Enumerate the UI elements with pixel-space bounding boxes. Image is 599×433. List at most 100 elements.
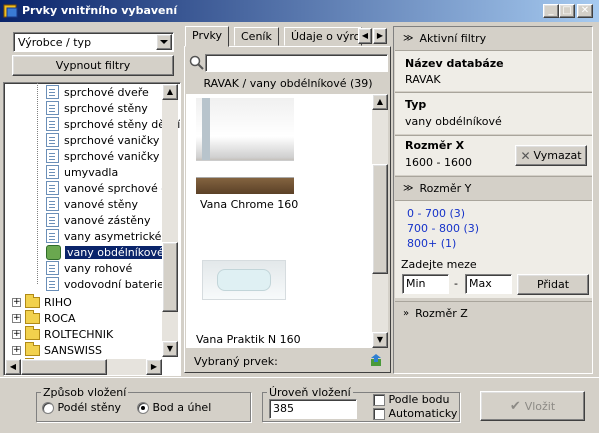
rozmer-y-option[interactable]: 0 - 700 (3) [407, 207, 465, 220]
tree-item[interactable]: sprchové stěny dělicí [46, 116, 180, 132]
chevron-double-down-icon: ≫ [403, 182, 414, 194]
tree-item-label: vanové sprchové dv [64, 181, 175, 195]
tree-folder[interactable]: + SANSWISS [12, 341, 103, 358]
tree-item[interactable]: sprchové stěny [46, 100, 148, 116]
document-icon [46, 197, 59, 211]
scroll-up-icon[interactable]: ▲ [162, 84, 178, 100]
check-by-point[interactable]: Podle bodu [373, 393, 449, 406]
combo-value: Výrobce / typ [18, 36, 92, 49]
tree-item[interactable]: vany asymetrické [46, 228, 161, 244]
tree-folder-label: SANSWISS [44, 343, 103, 357]
scroll-down-icon[interactable]: ▼ [372, 332, 388, 348]
document-icon [46, 149, 59, 163]
tab-scroll-left-icon[interactable]: ◀ [358, 28, 372, 44]
max-input[interactable]: Max [465, 274, 512, 294]
scroll-right-icon[interactable]: ▶ [146, 359, 162, 375]
check-auto-label: Automaticky [388, 407, 458, 420]
tree-item[interactable]: vany rohové [46, 260, 132, 276]
tab-cenik[interactable]: Ceník [234, 27, 279, 46]
results-header: RAVAK / vany obdélníkové (39) [203, 77, 373, 90]
document-icon [46, 277, 59, 291]
folder-icon [25, 341, 40, 356]
expand-icon[interactable]: + [12, 313, 21, 323]
results-scroll-thumb[interactable] [372, 164, 388, 274]
tree-item-label: vodovodní baterie [64, 277, 164, 291]
tree-item[interactable]: vanové sprchové dv [46, 180, 175, 196]
product-thumbnail [196, 98, 294, 194]
disable-filters-button[interactable]: Vypnout filtry [12, 55, 174, 76]
rozmer-y-option[interactable]: 800+ (1) [407, 237, 456, 250]
db-label: Název databáze [405, 57, 504, 70]
rozmer-z-header[interactable]: » Rozměr Z [395, 301, 592, 324]
tree-item[interactable]: umyvadla [46, 164, 118, 180]
title-bar[interactable]: Prvky vnitřního vybavení _ □ ✕ [0, 0, 599, 22]
product-name: Vana Chrome 160 [200, 198, 299, 211]
tree-vertical-scrollbar[interactable]: ▲ ▼ [162, 84, 178, 357]
results-list[interactable]: Vana Chrome 160 Vana Praktik N 160 [186, 94, 372, 348]
tree-item[interactable]: vany obdélníkové [46, 244, 166, 260]
clear-button[interactable]: ✕ Vymazat [515, 145, 587, 166]
radio-point-angle[interactable]: Bod a úhel [137, 401, 211, 414]
expand-icon[interactable]: + [12, 345, 21, 355]
check-by-point-label: Podle bodu [388, 393, 450, 406]
tree-item[interactable]: sprchové vaničky [46, 132, 159, 148]
document-icon [46, 133, 59, 147]
radio-point-angle-label: Bod a úhel [152, 401, 212, 414]
bounds-dash: - [454, 277, 458, 290]
list-item[interactable]: Vana Praktik N 160 [186, 244, 372, 348]
tree-item[interactable]: sprchové dveře [46, 84, 149, 100]
expand-icon[interactable]: + [12, 329, 21, 339]
rozmer-y-header[interactable]: ≫ Rozměr Y [395, 176, 592, 199]
folder-icon [25, 293, 40, 308]
filter-type: Typ vany obdélníkové [395, 92, 592, 134]
tree-item-label: vany rohové [64, 261, 133, 275]
category-combo[interactable]: Výrobce / typ [13, 32, 174, 52]
tab-scroll-right-icon[interactable]: ▶ [373, 28, 387, 44]
close-button[interactable]: ✕ [577, 4, 593, 18]
radio-along-wall[interactable]: Podél stěny [42, 401, 121, 414]
document-icon [46, 85, 59, 99]
tree-item[interactable]: sprchové vaničky se [46, 148, 175, 164]
tree-hscroll-thumb[interactable] [21, 359, 107, 375]
tree-item-label: sprchové vaničky se [64, 149, 176, 163]
tree-scroll-thumb[interactable] [162, 242, 178, 312]
rozmer-x-label: Rozměr X [405, 139, 465, 152]
check-auto[interactable]: Automaticky [373, 407, 457, 420]
db-value: RAVAK [405, 73, 441, 86]
tree-folder[interactable]: + ROCA [12, 309, 76, 326]
tree-item-label: sprchové stěny [64, 101, 148, 115]
scroll-left-icon[interactable]: ◀ [5, 359, 21, 375]
search-input[interactable] [205, 54, 388, 72]
export-icon[interactable] [370, 353, 384, 367]
type-label: Typ [405, 98, 427, 111]
scroll-up-icon[interactable]: ▲ [372, 94, 388, 110]
bottom-toolbar: Způsob vložení Podél stěny Bod a úhel Úr… [0, 377, 599, 433]
x-icon: ✕ [520, 148, 531, 163]
insert-level-group: Úroveň vložení 385 Podle bodu Automatick… [262, 386, 460, 422]
minimize-button[interactable]: _ [543, 4, 559, 18]
tree-item-label: vanové stěny [64, 197, 139, 211]
active-filters-header[interactable]: ≫ Aktivní filtry [395, 27, 592, 49]
scroll-down-icon[interactable]: ▼ [162, 341, 178, 357]
tree-item[interactable]: vanové zástěny [46, 212, 151, 228]
tab-udaje[interactable]: Údaje o výrobku [284, 27, 362, 46]
chevron-down-icon[interactable] [156, 34, 172, 50]
level-input[interactable]: 385 [269, 399, 357, 419]
tree-folder[interactable]: + RIHO [12, 293, 72, 310]
tree-item[interactable]: vodovodní baterie [46, 276, 164, 292]
tab-prvky[interactable]: Prvky [185, 26, 229, 47]
tree-item[interactable]: vanové stěny [46, 196, 138, 212]
tree-item-label: vany asymetrické [64, 229, 162, 243]
tree-folder[interactable]: + ROLTECHNIK [12, 325, 113, 342]
add-button[interactable]: Přidat [517, 274, 589, 295]
radio-icon [137, 402, 149, 414]
maximize-button[interactable]: □ [559, 4, 575, 18]
results-scrollbar[interactable]: ▲ ▼ [372, 94, 388, 348]
tree-horizontal-scrollbar[interactable]: ◀ ▶ [5, 359, 162, 375]
min-input[interactable]: Min [402, 274, 449, 294]
checkbox-icon [373, 408, 385, 420]
insert-button[interactable]: ✔ Vložit [480, 391, 585, 421]
category-tree[interactable]: sprchové dveře sprchové stěny sprchové stě… [3, 82, 181, 376]
expand-icon[interactable]: + [12, 297, 21, 307]
rozmer-y-option[interactable]: 700 - 800 (3) [407, 222, 479, 235]
